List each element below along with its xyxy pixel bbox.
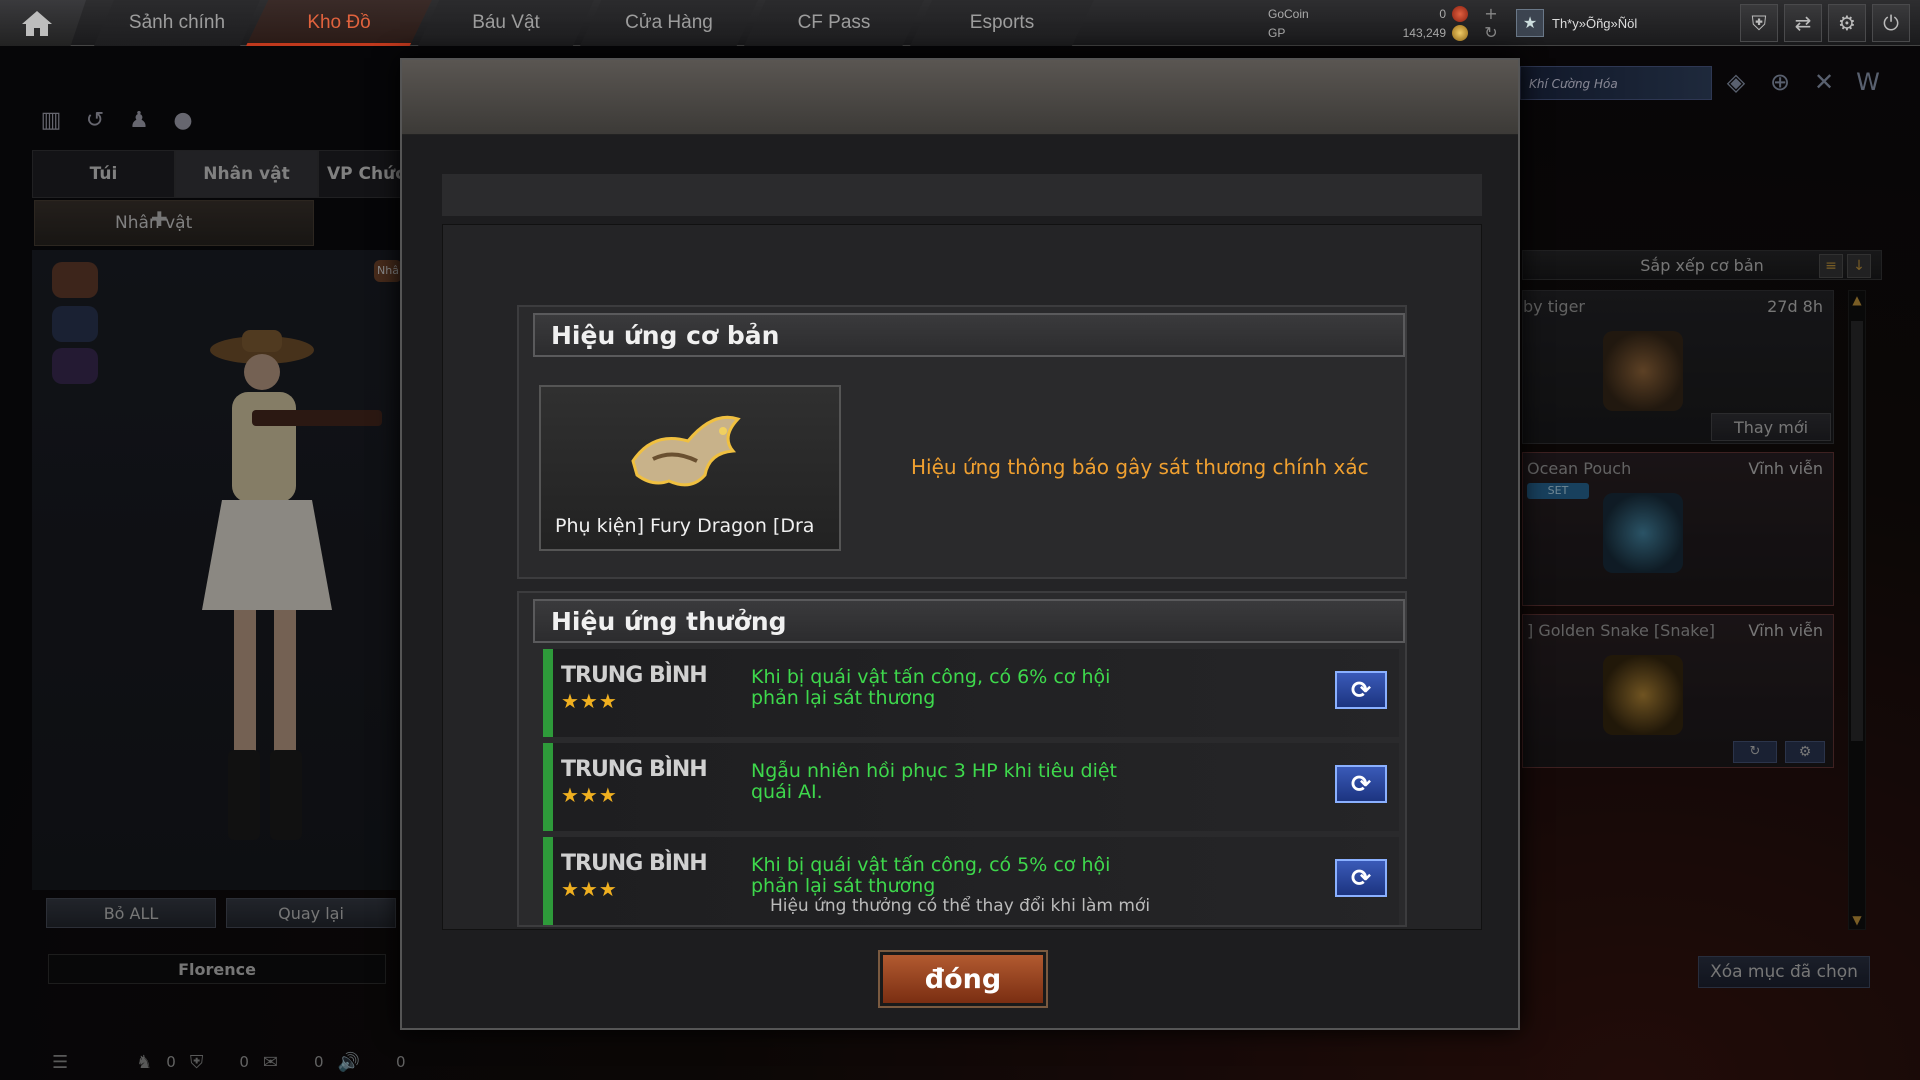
- tab-cua-hang[interactable]: Cửa Hàng: [580, 0, 758, 46]
- effect-line: quái AI.: [751, 781, 823, 803]
- modal-note: Hiệu ứng thưởng có thể thay đổi khi làm …: [769, 896, 1151, 916]
- effect-grade: TRUNG BÌNH: [561, 663, 708, 688]
- refresh-effect-button[interactable]: ⟳: [1335, 765, 1387, 803]
- gocoin-value: 0: [1439, 6, 1446, 21]
- modal-strip: [442, 174, 1482, 216]
- base-effect-title: Hiệu ứng cơ bản: [533, 313, 1405, 357]
- gp-coin-icon: [1452, 24, 1468, 41]
- gp-value: 143,249: [1402, 25, 1446, 40]
- effect-description: Khi bị quái vật tấn công, có 5% cơ hội p…: [751, 855, 1171, 897]
- gocoin-label: GoCoin: [1268, 6, 1309, 21]
- power-icon[interactable]: ⏻: [1872, 4, 1910, 42]
- effect-description: Ngẫu nhiên hồi phục 3 HP khi tiêu diệt q…: [751, 761, 1171, 803]
- gp-label: GP: [1268, 25, 1286, 40]
- refresh-icon: ⟳: [1350, 770, 1372, 798]
- gocoin-icon: [1452, 5, 1468, 22]
- grade-stars: ★★★: [561, 783, 618, 807]
- refresh-icon: ⟳: [1350, 864, 1372, 892]
- exit-door-icon[interactable]: ⇄: [1784, 4, 1822, 42]
- item-label: Phụ kiện] Fury Dragon [Dra: [555, 515, 815, 537]
- effect-line: Ngẫu nhiên hồi phục 3 HP khi tiêu diệt: [751, 760, 1118, 782]
- refresh-effect-button[interactable]: ⟳: [1335, 859, 1387, 897]
- bonus-effect-section: Hiệu ứng thưởng TRUNG BÌNH ★★★ Khi bị qu…: [517, 591, 1407, 927]
- effect-line: phản lại sát thương: [751, 687, 936, 709]
- bonus-effect-row: TRUNG BÌNH ★★★ Ngẫu nhiên hồi phục 3 HP …: [543, 743, 1399, 831]
- player-name: Th*y»Õñg»Ñöl: [1552, 15, 1638, 31]
- refresh-effect-button[interactable]: ⟳: [1335, 671, 1387, 709]
- effect-modal: Hiệu ứng cơ bản Phụ kiện] Fury Dragon [D…: [400, 58, 1520, 1030]
- currency-display: GoCoin 0 GP 143,249: [1268, 4, 1468, 42]
- effect-grade: TRUNG BÌNH: [561, 851, 708, 876]
- home-button[interactable]: [0, 0, 86, 46]
- top-icon-group: ⛨ ⇄ ⚙ ⏻: [1740, 4, 1910, 42]
- currency-actions: + ↻: [1480, 4, 1502, 42]
- home-icon: [22, 11, 52, 36]
- tab-cf-pass[interactable]: CF Pass: [744, 0, 924, 46]
- effect-line: Khi bị quái vật tấn công, có 6% cơ hội: [751, 666, 1111, 688]
- grade-stars: ★★★: [561, 689, 618, 713]
- bonus-effect-row: TRUNG BÌNH ★★★ Khi bị quái vật tấn công,…: [543, 649, 1399, 737]
- refresh-currency-icon[interactable]: ↻: [1480, 23, 1502, 42]
- base-effect-section: Hiệu ứng cơ bản Phụ kiện] Fury Dragon [D…: [517, 305, 1407, 579]
- tab-esports[interactable]: Esports: [910, 0, 1094, 46]
- close-button[interactable]: đóng: [878, 950, 1048, 1008]
- item-card: Phụ kiện] Fury Dragon [Dra: [539, 385, 841, 551]
- fury-dragon-image: [631, 415, 741, 487]
- tab-sanh-chinh[interactable]: Sảnh chính: [94, 0, 260, 46]
- base-effect-text: Hiệu ứng thông báo gây sát thương chính …: [911, 455, 1369, 479]
- effect-line: phản lại sát thương: [751, 875, 936, 897]
- player-info[interactable]: ★ Th*y»Õñg»Ñöl: [1516, 6, 1637, 40]
- shield-icon[interactable]: ⛨: [1740, 4, 1778, 42]
- gear-icon[interactable]: ⚙: [1828, 4, 1866, 42]
- tab-kho-do[interactable]: Kho Đồ: [246, 0, 432, 46]
- tab-bau-vat[interactable]: Báu Vật: [418, 0, 594, 46]
- bonus-effect-title: Hiệu ứng thưởng: [533, 599, 1405, 643]
- top-nav-bar: Sảnh chính Kho Đồ Báu Vật Cửa Hàng CF Pa…: [0, 0, 1920, 46]
- add-currency-icon[interactable]: +: [1480, 4, 1502, 23]
- effect-line: Khi bị quái vật tấn công, có 5% cơ hội: [751, 854, 1111, 876]
- modal-body: Hiệu ứng cơ bản Phụ kiện] Fury Dragon [D…: [442, 224, 1482, 930]
- effect-grade: TRUNG BÌNH: [561, 757, 708, 782]
- modal-header: [402, 60, 1518, 135]
- rank-star-icon: ★: [1516, 9, 1544, 37]
- effect-description: Khi bị quái vật tấn công, có 6% cơ hội p…: [751, 667, 1171, 709]
- refresh-icon: ⟳: [1350, 676, 1372, 704]
